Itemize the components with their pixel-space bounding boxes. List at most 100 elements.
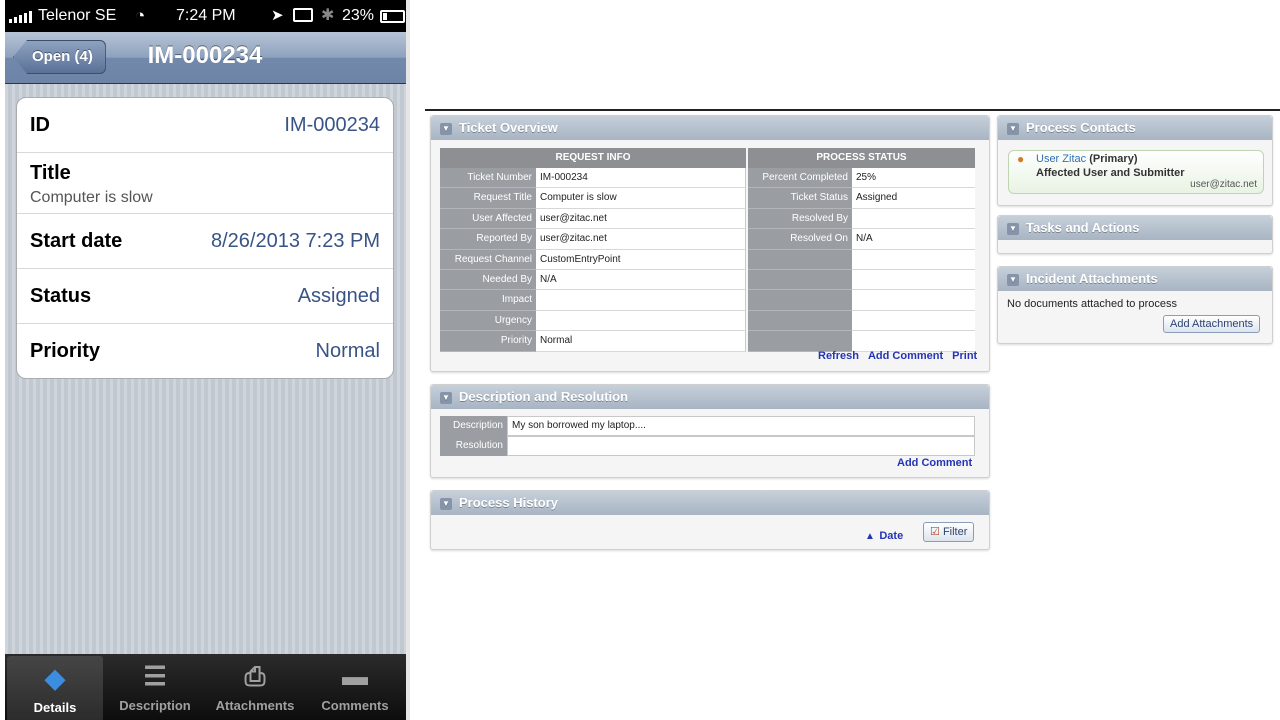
filter-icon: ☑: [930, 526, 940, 538]
overview-actions: Refresh Add Comment Print: [818, 350, 977, 362]
field-value: user@zitac.net: [536, 208, 746, 230]
battery-percent: 23%: [342, 7, 375, 24]
status-label: [748, 269, 852, 291]
panel-title: Description and Resolution: [459, 389, 629, 404]
process-contacts-panel: ▼ Process Contacts ● User Zitac (Primary…: [997, 115, 1273, 206]
date-sort[interactable]: ▲ Date: [865, 526, 903, 544]
detail-label: ID: [30, 114, 50, 136]
filter-button[interactable]: ☑ Filter: [923, 522, 975, 542]
field-value: [536, 310, 746, 332]
print-link[interactable]: Print: [952, 350, 977, 362]
location-arrow-icon: ➤: [271, 7, 284, 24]
tab-description[interactable]: ☰ Description: [105, 654, 205, 720]
panel-header[interactable]: ▼ Tasks and Actions: [998, 216, 1272, 240]
grid-row: Ticket Number IM-000234 Percent Completed 2…: [440, 168, 975, 189]
panel-header[interactable]: ▼ Process Contacts: [998, 116, 1272, 140]
panel-header[interactable]: ▼ Process History: [431, 491, 989, 515]
collapse-icon[interactable]: ▼: [440, 123, 452, 135]
date-sort-label: Date: [879, 530, 904, 542]
field-value: Normal: [536, 331, 746, 352]
status-value: [852, 249, 975, 270]
tab-attachments[interactable]: ⎙ Attachments: [205, 654, 305, 720]
field-value: IM-000234: [536, 168, 746, 189]
contact-name-link[interactable]: User Zitac: [1036, 153, 1086, 165]
detail-label: Priority: [30, 340, 101, 362]
field-label: Urgency: [440, 310, 536, 332]
field-value: user@zitac.net: [536, 229, 746, 250]
panel-title: Ticket Overview: [459, 120, 558, 135]
collapse-icon[interactable]: ▼: [440, 498, 452, 510]
collapse-icon[interactable]: ▼: [1007, 123, 1019, 135]
status-value: [852, 208, 975, 230]
status-label: [748, 249, 852, 270]
refresh-link[interactable]: Refresh: [818, 350, 859, 362]
grid-row: Request Channel CustomEntryPoint: [440, 249, 975, 270]
contact-type: Affected User and Submitter: [1036, 167, 1185, 179]
detail-value: IM-000234: [284, 114, 380, 136]
detail-label: Title: [30, 162, 71, 184]
tab-comments[interactable]: ▬ Comments: [305, 654, 405, 720]
divider: [425, 109, 1280, 111]
battery-icon: [380, 10, 405, 23]
contact-card: ● User Zitac (Primary) Affected User and…: [1008, 150, 1264, 194]
add-comment-link[interactable]: Add Comment: [897, 457, 972, 469]
collapse-icon[interactable]: ▼: [1007, 274, 1019, 286]
field-label: Ticket Number: [440, 168, 536, 189]
field-label: Impact: [440, 290, 536, 311]
status-value: N/A: [852, 229, 975, 250]
user-icon: ●: [1017, 152, 1025, 166]
grid-row: User Affected user@zitac.net Resolved By: [440, 208, 975, 230]
description-grid: Description My son borrowed my laptop...…: [440, 416, 975, 456]
contact-role: (Primary): [1089, 153, 1138, 165]
page-title: IM-000234: [147, 42, 263, 69]
status-label: [748, 290, 852, 311]
tasks-actions-panel: ▼ Tasks and Actions: [997, 215, 1273, 254]
tab-label: Description: [119, 698, 191, 713]
status-value: [852, 331, 975, 352]
paperclip-icon: ⎙: [244, 661, 266, 691]
tab-label: Comments: [321, 698, 389, 713]
web-app: ▼ Ticket Overview REQUEST INFO PROCESS S…: [425, 0, 1280, 720]
grid-row: Urgency: [440, 310, 975, 332]
tab-details[interactable]: ◆ Details: [7, 656, 103, 720]
detail-row-status: Status Assigned: [17, 269, 393, 324]
status-value: Assigned: [852, 188, 975, 209]
collapse-icon[interactable]: ▼: [440, 392, 452, 404]
add-comment-link[interactable]: Add Comment: [868, 350, 943, 362]
detail-row-title: Title Computer is slow: [17, 153, 393, 214]
resolution-value: [507, 436, 975, 456]
add-attachments-button[interactable]: Add Attachments: [1163, 315, 1261, 333]
detail-label: Start date: [30, 230, 123, 252]
grid-row: Needed By N/A: [440, 269, 975, 291]
bluetooth-icon: ✱: [321, 7, 335, 24]
collapse-icon[interactable]: ▼: [1007, 223, 1019, 235]
status-value: [852, 269, 975, 291]
process-history-panel: ▼ Process History ▲ Date ☑ Filter: [430, 490, 990, 550]
status-value: 25%: [852, 168, 975, 189]
field-label: Request Title: [440, 188, 536, 209]
status-bar: Telenor SE ◔ 7:24 PM ➤ ✱ 23%: [5, 0, 406, 32]
no-documents-text: No documents attached to process: [1007, 298, 1177, 310]
status-label: Ticket Status: [748, 188, 852, 209]
carrier-name: Telenor SE: [38, 7, 117, 24]
detail-value: Assigned: [297, 285, 380, 307]
contact-email: user@zitac.net: [1190, 179, 1257, 190]
back-button[interactable]: Open (4): [13, 40, 106, 74]
tag-icon: ◆: [45, 663, 65, 693]
grid-row: Request Title Computer is slow Ticket Stat…: [440, 188, 975, 209]
panel-header[interactable]: ▼ Ticket Overview: [431, 116, 989, 140]
detail-value: Normal: [315, 340, 380, 362]
details-card: ID IM-000234 Title Computer is slow Star…: [16, 97, 394, 379]
navigation-bar: Open (4) IM-000234: [5, 32, 406, 84]
detail-value: 8/26/2013 7:23 PM: [210, 230, 380, 252]
panel-header[interactable]: ▼ Incident Attachments: [998, 267, 1272, 291]
orientation-lock-icon: [293, 8, 313, 22]
tab-label: Attachments: [215, 698, 295, 713]
ticket-info-grid: REQUEST INFO PROCESS STATUS Ticket Numbe…: [440, 148, 975, 352]
description-label: Description: [440, 416, 507, 436]
process-status-header: PROCESS STATUS: [748, 148, 975, 168]
filter-label: Filter: [942, 526, 968, 538]
speech-bubble-icon: ▬: [342, 661, 368, 691]
panel-header[interactable]: ▼ Description and Resolution: [431, 385, 989, 409]
field-label: Reported By: [440, 229, 536, 250]
